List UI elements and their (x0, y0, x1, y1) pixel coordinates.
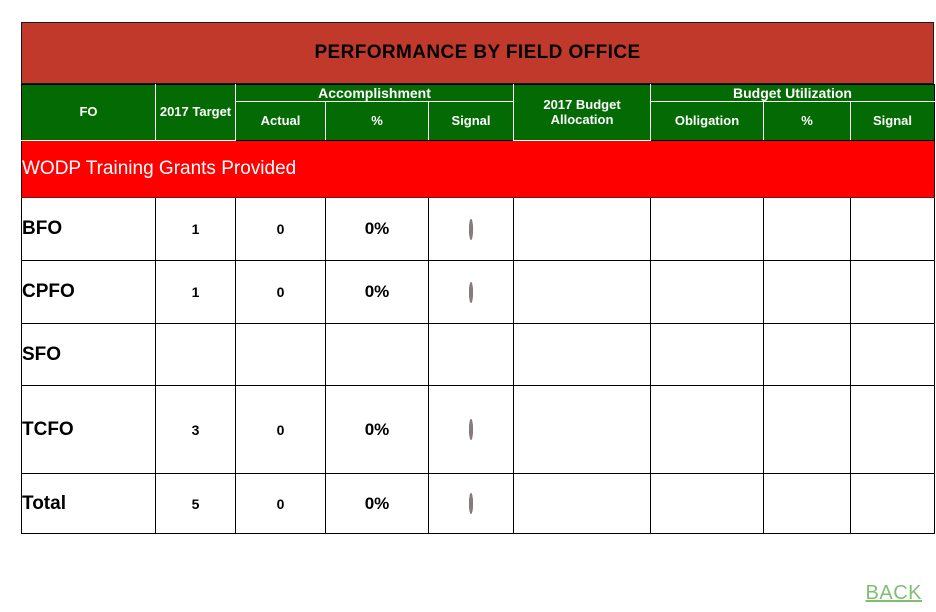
header-utilization-percent: % (763, 101, 851, 142)
cell-accomplishment-percent: 0% (325, 473, 429, 535)
header-utilization-signal: Signal (850, 101, 935, 142)
header-budget-allocation: 2017 Budget Allocation (513, 83, 651, 142)
header-accomplishment-percent: % (325, 101, 429, 142)
cell-obligation (650, 323, 764, 387)
header-row-group: FO 2017 Target Accomplishment 2017 Budge… (21, 83, 935, 142)
cell-utilization-percent (763, 385, 851, 475)
cell-actual: 0 (235, 197, 326, 262)
row-label-sfo: SFO (21, 323, 156, 387)
cell-utilization-signal (850, 323, 935, 387)
table-row: TCFO 3 0 0% (21, 385, 935, 475)
cell-accomplishment-signal (428, 323, 514, 387)
table-header: FO 2017 Target Accomplishment 2017 Budge… (21, 83, 935, 142)
cell-budget-allocation (513, 323, 651, 387)
table-row: CPFO 1 0 0% (21, 260, 935, 325)
cell-target: 3 (155, 385, 236, 475)
cell-utilization-percent (763, 197, 851, 262)
table-body: WODP Training Grants Provided BFO 1 0 0% CPF… (21, 140, 935, 535)
cell-actual: 0 (235, 385, 326, 475)
cell-utilization-signal (850, 385, 935, 475)
cell-utilization-signal (850, 473, 935, 535)
section-title-row: WODP Training Grants Provided (21, 140, 935, 199)
cell-target: 1 (155, 197, 236, 262)
cell-actual: 0 (235, 260, 326, 325)
cell-obligation (650, 385, 764, 475)
cell-accomplishment-signal (428, 473, 514, 535)
row-label-tcfo: TCFO (21, 385, 156, 475)
cell-utilization-percent (763, 473, 851, 535)
cell-actual (235, 323, 326, 387)
cell-utilization-signal (850, 197, 935, 262)
cell-accomplishment-signal (428, 260, 514, 325)
row-label-bfo: BFO (21, 197, 156, 262)
cell-utilization-percent (763, 323, 851, 387)
cell-obligation (650, 260, 764, 325)
row-label-cpfo: CPFO (21, 260, 156, 325)
cell-accomplishment-percent: 0% (325, 197, 429, 262)
header-actual: Actual (235, 101, 326, 142)
cell-budget-allocation (513, 260, 651, 325)
header-target: 2017 Target (155, 83, 236, 142)
cell-utilization-percent (763, 260, 851, 325)
cell-obligation (650, 473, 764, 535)
page-title: PERFORMANCE BY FIELD OFFICE (314, 42, 641, 63)
header-accomplishment-signal: Signal (428, 101, 514, 142)
cell-accomplishment-percent: 0% (325, 385, 429, 475)
cell-accomplishment-signal (428, 385, 514, 475)
row-label-total: Total (21, 473, 156, 535)
performance-table: FO 2017 Target Accomplishment 2017 Budge… (21, 83, 935, 535)
cell-target: 5 (155, 473, 236, 535)
signal-light-red (469, 419, 473, 441)
cell-accomplishment-percent (325, 323, 429, 387)
cell-budget-allocation (513, 473, 651, 535)
header-accomplishment-group: Accomplishment (235, 83, 514, 103)
cell-accomplishment-signal (428, 197, 514, 262)
cell-budget-allocation (513, 197, 651, 262)
table-row: SFO (21, 323, 935, 387)
cell-budget-allocation (513, 385, 651, 475)
header-fo: FO (21, 83, 156, 142)
header-obligation: Obligation (650, 101, 764, 142)
back-link[interactable]: BACK (866, 582, 922, 605)
page-title-banner: PERFORMANCE BY FIELD OFFICE (21, 22, 934, 84)
header-budget-utilization-group: Budget Utilization (650, 83, 935, 103)
table-row: BFO 1 0 0% (21, 197, 935, 262)
table-row: Total 5 0 0% (21, 473, 935, 535)
signal-light-red (469, 493, 473, 515)
cell-actual: 0 (235, 473, 326, 535)
signal-light-red (469, 218, 473, 240)
cell-utilization-signal (850, 260, 935, 325)
section-title: WODP Training Grants Provided (21, 140, 935, 199)
cell-target: 1 (155, 260, 236, 325)
cell-accomplishment-percent: 0% (325, 260, 429, 325)
signal-light-red (469, 281, 473, 303)
cell-target (155, 323, 236, 387)
cell-obligation (650, 197, 764, 262)
